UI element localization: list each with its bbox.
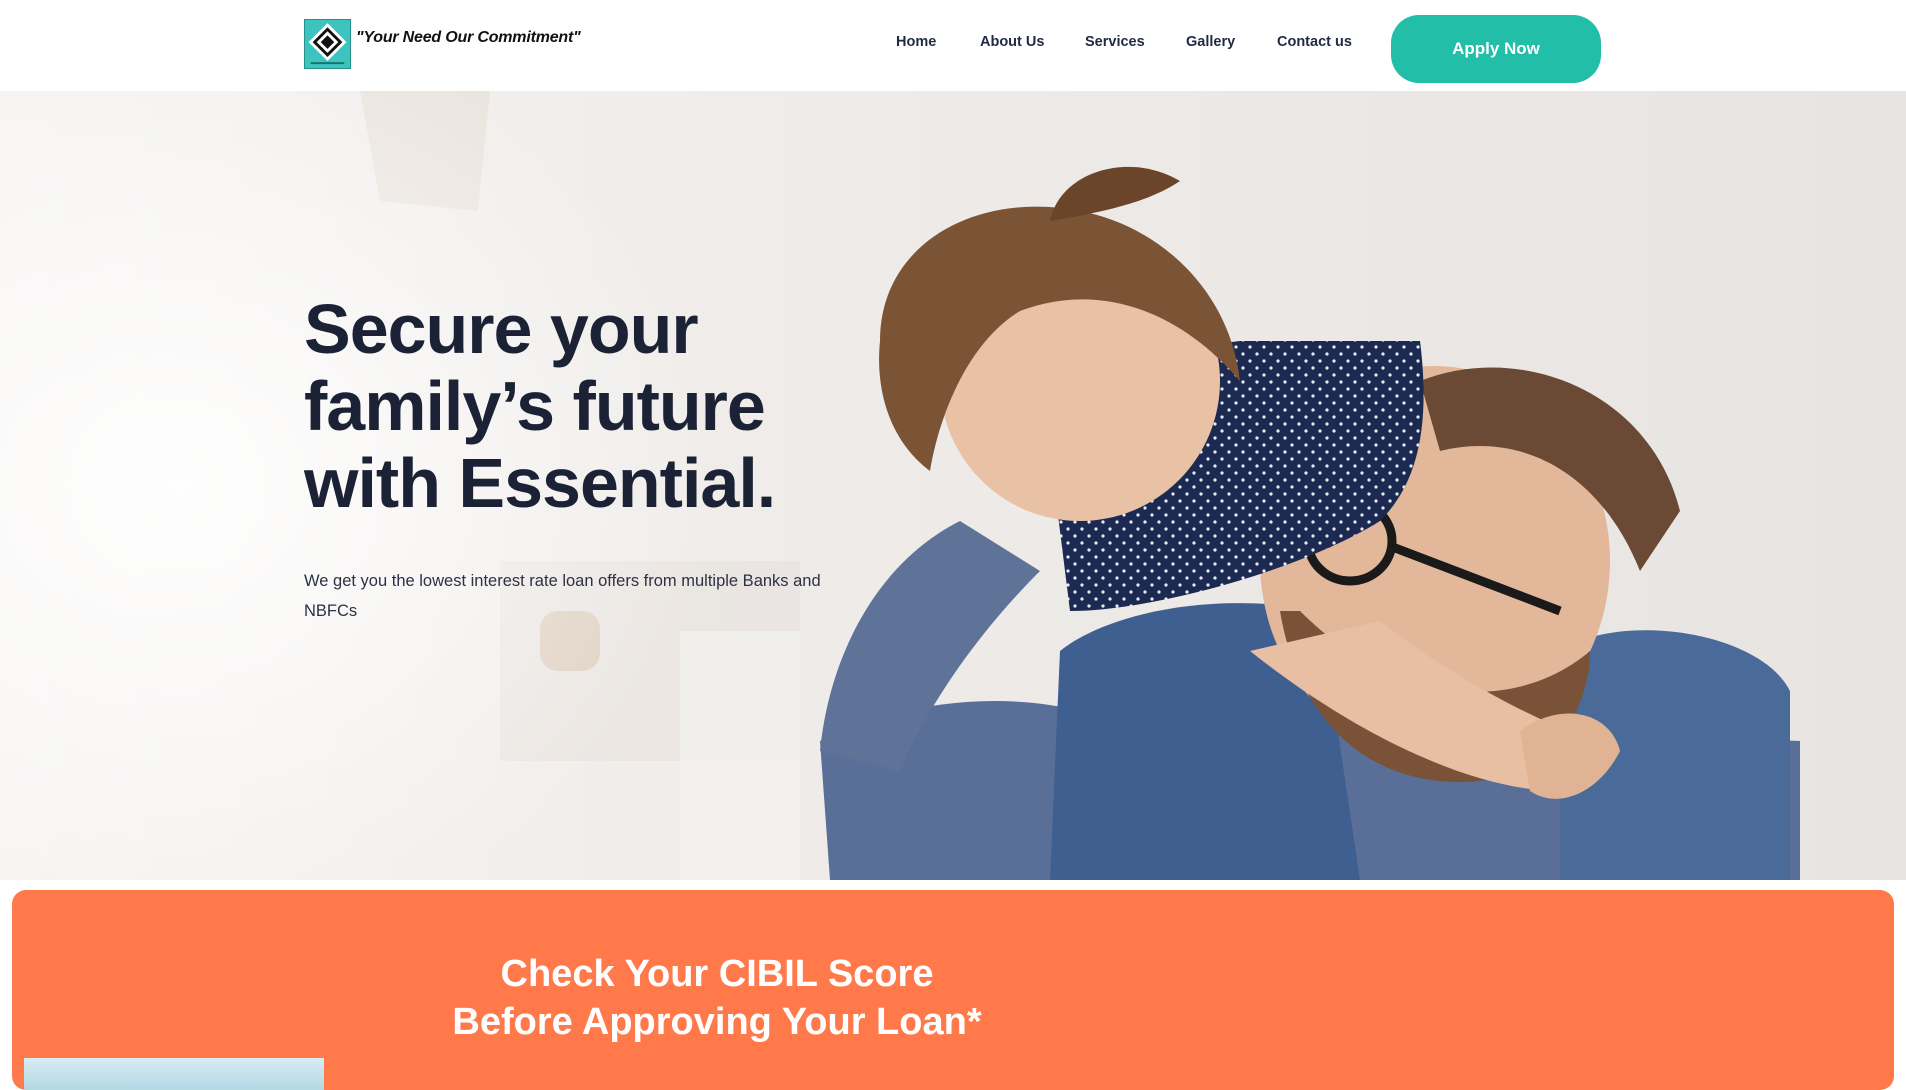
cibil-image-thumbnail	[24, 1058, 324, 1090]
cibil-title-line-1: Check Your CIBIL Score	[500, 953, 934, 995]
cibil-title-line-2: Before Approving Your Loan*	[452, 1001, 982, 1043]
hero-title: Secure your family’s future with Essenti…	[304, 291, 864, 522]
site-header: "Your Need Our Commitment" Home About Us…	[0, 0, 1906, 91]
nav-home[interactable]: Home	[896, 34, 936, 50]
nav-services[interactable]: Services	[1085, 34, 1145, 50]
hero-family-photo	[0, 91, 1906, 880]
hero-title-line-2: family’s future	[304, 367, 766, 445]
hero-text-block: Secure your family’s future with Essenti…	[304, 291, 864, 626]
apply-now-button[interactable]: Apply Now	[1391, 15, 1601, 83]
brand-tagline: "Your Need Our Commitment"	[356, 29, 581, 46]
hero-section: Secure your family’s future with Essenti…	[0, 91, 1906, 880]
hero-title-line-1: Secure your	[304, 290, 699, 368]
hero-subtitle: We get you the lowest interest rate loan…	[304, 572, 821, 620]
nav-gallery[interactable]: Gallery	[1186, 34, 1235, 50]
nav-contact-us[interactable]: Contact us	[1277, 34, 1352, 50]
brand-logo-icon[interactable]	[304, 19, 351, 69]
nav-about-us[interactable]: About Us	[980, 34, 1044, 50]
hero-title-line-3: with Essential.	[304, 444, 776, 522]
cibil-title: Check Your CIBIL Score Before Approving …	[12, 950, 1422, 1046]
cibil-banner: Check Your CIBIL Score Before Approving …	[12, 890, 1894, 1090]
